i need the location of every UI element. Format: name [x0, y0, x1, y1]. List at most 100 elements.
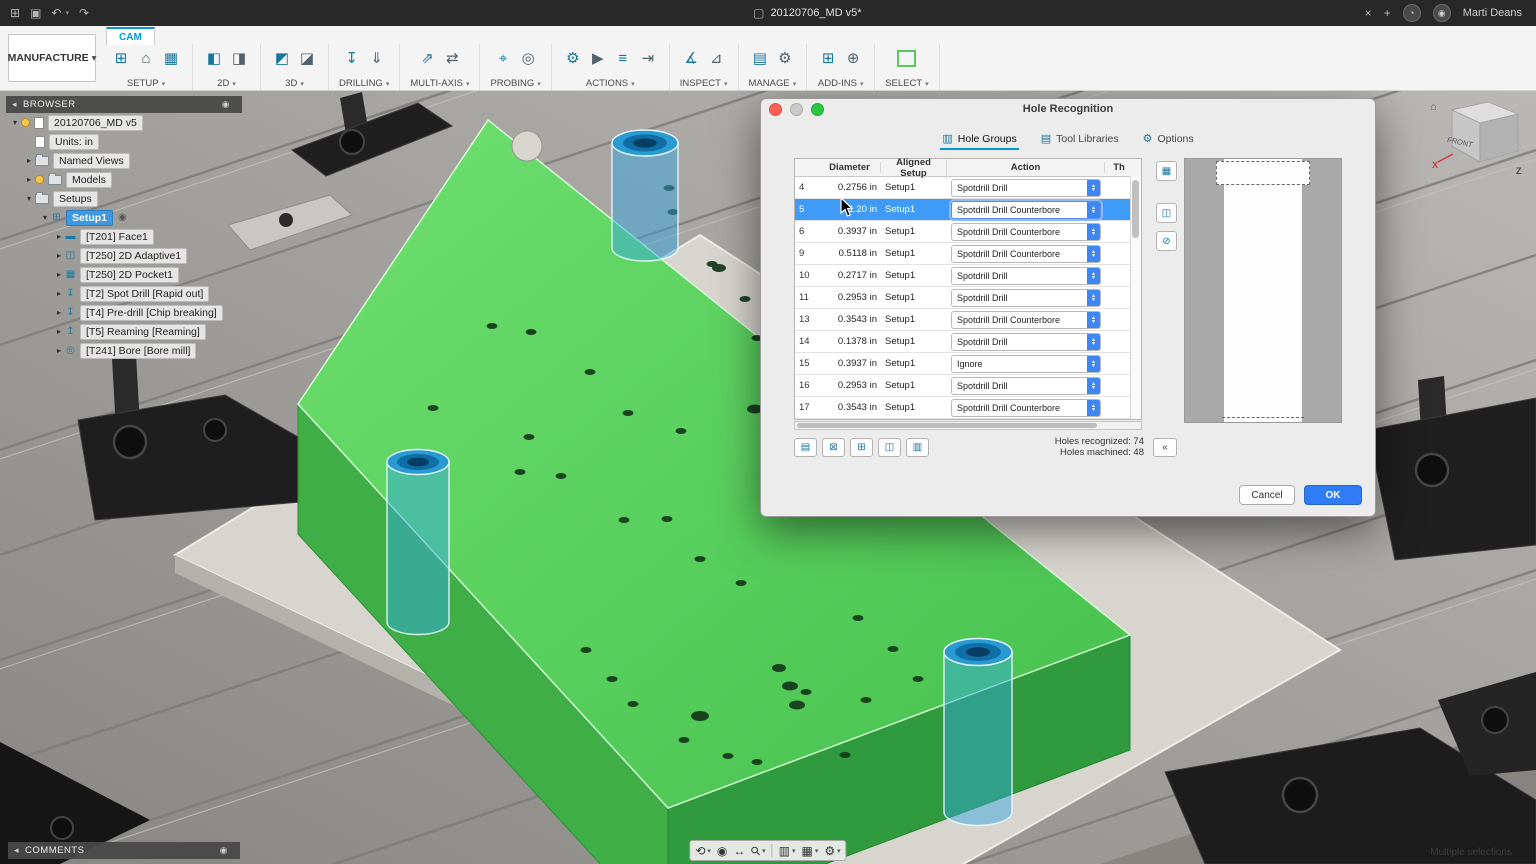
post-process-icon[interactable]: ≡ [612, 46, 634, 70]
hole-row[interactable]: 14 0.1378 in Setup1 Spotdrill Drill ▲▼ [795, 331, 1141, 353]
merge-hole-groups-button[interactable]: ▦ [1156, 161, 1177, 181]
select-icon[interactable] [896, 46, 918, 70]
horizontal-scrollbar[interactable] [794, 421, 1142, 430]
toolbar-group-probing-label[interactable]: PROBING▾ [490, 78, 540, 89]
browser-item-op-spotdrill[interactable]: ▸ ↧ [T2] Spot Drill [Rapid out] [6, 284, 242, 303]
bore-icon[interactable]: ⇓ [366, 46, 388, 70]
browser-item-op-adaptive[interactable]: ▸ ◫ [T250] 2D Adaptive1 [6, 246, 242, 265]
hole-row[interactable]: 13 0.3543 in Setup1 Spotdrill Drill Coun… [795, 309, 1141, 331]
toolbar-group-multiaxis-label[interactable]: MULTI-AXIS▾ [410, 78, 469, 89]
expand-caret-icon[interactable]: ▾ [40, 213, 50, 222]
user-name[interactable]: Marti Deans [1463, 7, 1522, 19]
expand-caret-icon[interactable]: ▸ [24, 175, 34, 184]
expand-caret-icon[interactable]: ▾ [10, 118, 20, 127]
viewport-settings-button[interactable]: ⚙▾ [824, 844, 840, 858]
collapse-panel-icon[interactable]: ◂ [14, 845, 19, 856]
display-settings-button[interactable]: ▥▾ [779, 844, 796, 858]
action-select[interactable]: Spotdrill Drill ▲▼ [951, 333, 1101, 351]
job-status-icon[interactable]: ◔ [1403, 4, 1421, 22]
panel-menu-icon[interactable]: ◉ [222, 99, 230, 110]
expand-caret-icon[interactable]: ▸ [24, 156, 34, 165]
browser-item-op-pocket[interactable]: ▸ ▦ [T250] 2D Pocket1 [6, 265, 242, 284]
column-header-aligned-setup[interactable]: Aligned Setup [881, 157, 947, 179]
grid-snap-button[interactable]: ▦▾ [802, 844, 819, 858]
expand-caret-icon[interactable]: ▸ [54, 232, 64, 241]
toolbar-group-drilling-label[interactable]: DRILLING▾ [339, 78, 389, 89]
browser-item-op-bore[interactable]: ▸ ◎ [T241] Bore [Bore mill] [6, 341, 242, 360]
toolbar-group-actions-label[interactable]: ACTIONS▾ [586, 78, 635, 89]
scripts-addins-icon[interactable]: ⊞ [817, 46, 839, 70]
browser-item-op-reaming[interactable]: ▸ ↥ [T5] Reaming [Reaming] [6, 322, 242, 341]
action-select[interactable]: Spotdrill Drill Counterbore ▲▼ [951, 399, 1101, 417]
browser-item-setup1[interactable]: ▾ ⊞ Setup1 ◉ [6, 208, 242, 227]
expand-caret-icon[interactable]: ▸ [54, 251, 64, 260]
action-select[interactable]: Ignore ▲▼ [951, 355, 1101, 373]
add-filter-button[interactable]: ⊞ [850, 438, 873, 457]
panel-menu-icon[interactable]: ◉ [220, 845, 228, 856]
3d-contour-icon[interactable]: ◪ [296, 46, 318, 70]
look-at-button[interactable]: ◉ [717, 844, 727, 858]
pan-button[interactable]: ↔ [733, 844, 745, 858]
collapse-preview-button[interactable]: « [1153, 438, 1177, 457]
2d-adaptive-icon[interactable]: ◧ [203, 46, 225, 70]
toolbar-group-manage-label[interactable]: MANAGE▾ [749, 78, 797, 89]
new-document-tab-icon[interactable]: + [1384, 6, 1391, 20]
hole-row[interactable]: 6 0.3937 in Setup1 Spotdrill Drill Count… [795, 221, 1141, 243]
ok-button[interactable]: OK [1304, 485, 1362, 505]
action-select[interactable]: Spotdrill Drill Counterbore ▲▼ [951, 223, 1101, 241]
undo-icon[interactable]: ↶ [51, 6, 61, 20]
action-select[interactable]: Spotdrill Drill ▲▼ [951, 289, 1101, 307]
vertical-scrollbar[interactable] [1130, 176, 1141, 419]
tab-tool-libraries[interactable]: ▤ Tool Libraries [1039, 129, 1121, 150]
hole-row[interactable]: 9 0.5118 in Setup1 Spotdrill Drill Count… [795, 243, 1141, 265]
hole-row[interactable]: 5 1.20 in Setup1 Spotdrill Drill Counter… [795, 199, 1141, 221]
stock-icon[interactable]: ▦ [160, 46, 182, 70]
collapse-panel-icon[interactable]: ◂ [12, 99, 17, 110]
measure-icon[interactable]: ∡ [680, 46, 702, 70]
workspace-selector-button[interactable]: MANUFACTURE▾ [8, 34, 96, 82]
action-select[interactable]: Spotdrill Drill Counterbore ▲▼ [951, 245, 1101, 263]
drill-icon[interactable]: ↧ [341, 46, 363, 70]
column-header-diameter[interactable]: Diameter [819, 162, 881, 173]
browser-panel-header[interactable]: ◂ BROWSER ◉ [6, 96, 242, 113]
swarf-icon[interactable]: ⇗ [416, 46, 438, 70]
generate-icon[interactable]: ⚙ [562, 46, 584, 70]
reset-hole-groups-button[interactable]: ⊘ [1156, 231, 1177, 251]
expand-caret-icon[interactable]: ▾ [24, 194, 34, 203]
expand-caret-icon[interactable]: ▸ [54, 308, 64, 317]
close-document-icon[interactable]: × [1365, 6, 1372, 20]
viewcube[interactable]: ⌂ FRONT X Z [1426, 96, 1526, 184]
tab-hole-groups[interactable]: ▥ Hole Groups [940, 129, 1018, 150]
task-manager-icon[interactable]: ⚙ [774, 46, 796, 70]
list-view-button[interactable]: ▤ [794, 438, 817, 457]
expand-caret-icon[interactable]: ▸ [54, 270, 64, 279]
comments-panel-header[interactable]: ◂ COMMENTS ◉ [8, 842, 240, 859]
inspect-surface-icon[interactable]: ◎ [517, 46, 539, 70]
undo-menu-caret-icon[interactable]: ▾ [65, 9, 69, 17]
2d-pocket-icon[interactable]: ◨ [228, 46, 250, 70]
hole-row[interactable]: 10 0.2717 in Setup1 Spotdrill Drill ▲▼ [795, 265, 1141, 287]
scrollbar-thumb[interactable] [797, 423, 1097, 428]
browser-item-units[interactable]: Units: in [6, 132, 242, 151]
zoom-button[interactable]: ⚲▾ [751, 844, 765, 858]
visibility-bulb-icon[interactable] [35, 175, 44, 184]
toolbar-group-inspect-label[interactable]: INSPECT▾ [680, 78, 728, 89]
browser-item-op-predrill[interactable]: ▸ ↧ [T4] Pre-drill [Chip breaking] [6, 303, 242, 322]
group-holes-button[interactable]: ◫ [878, 438, 901, 457]
split-hole-groups-button[interactable]: ◫ [1156, 203, 1177, 223]
expand-caret-icon[interactable]: ▸ [54, 346, 64, 355]
action-select[interactable]: Spotdrill Drill Counterbore ▲▼ [951, 201, 1101, 219]
scrollbar-thumb[interactable] [1132, 180, 1139, 238]
simulate-icon[interactable]: ▶ [587, 46, 609, 70]
action-select[interactable]: Spotdrill Drill ▲▼ [951, 377, 1101, 395]
visibility-bulb-icon[interactable] [21, 118, 30, 127]
save-icon[interactable]: ▣ [30, 6, 41, 20]
orbit-button[interactable]: ⟲▾ [695, 844, 711, 858]
toolbar-group-3d-label[interactable]: 3D▾ [285, 78, 304, 89]
hole-row[interactable]: 17 0.3543 in Setup1 Spotdrill Drill Coun… [795, 397, 1141, 419]
action-select[interactable]: Spotdrill Drill Counterbore ▲▼ [951, 311, 1101, 329]
app-grid-icon[interactable]: ⊞ [10, 6, 20, 20]
folder-icon[interactable]: ⌂ [135, 46, 157, 70]
hole-row[interactable]: 15 0.3937 in Setup1 Ignore ▲▼ [795, 353, 1141, 375]
redo-icon[interactable]: ↷ [79, 6, 89, 20]
